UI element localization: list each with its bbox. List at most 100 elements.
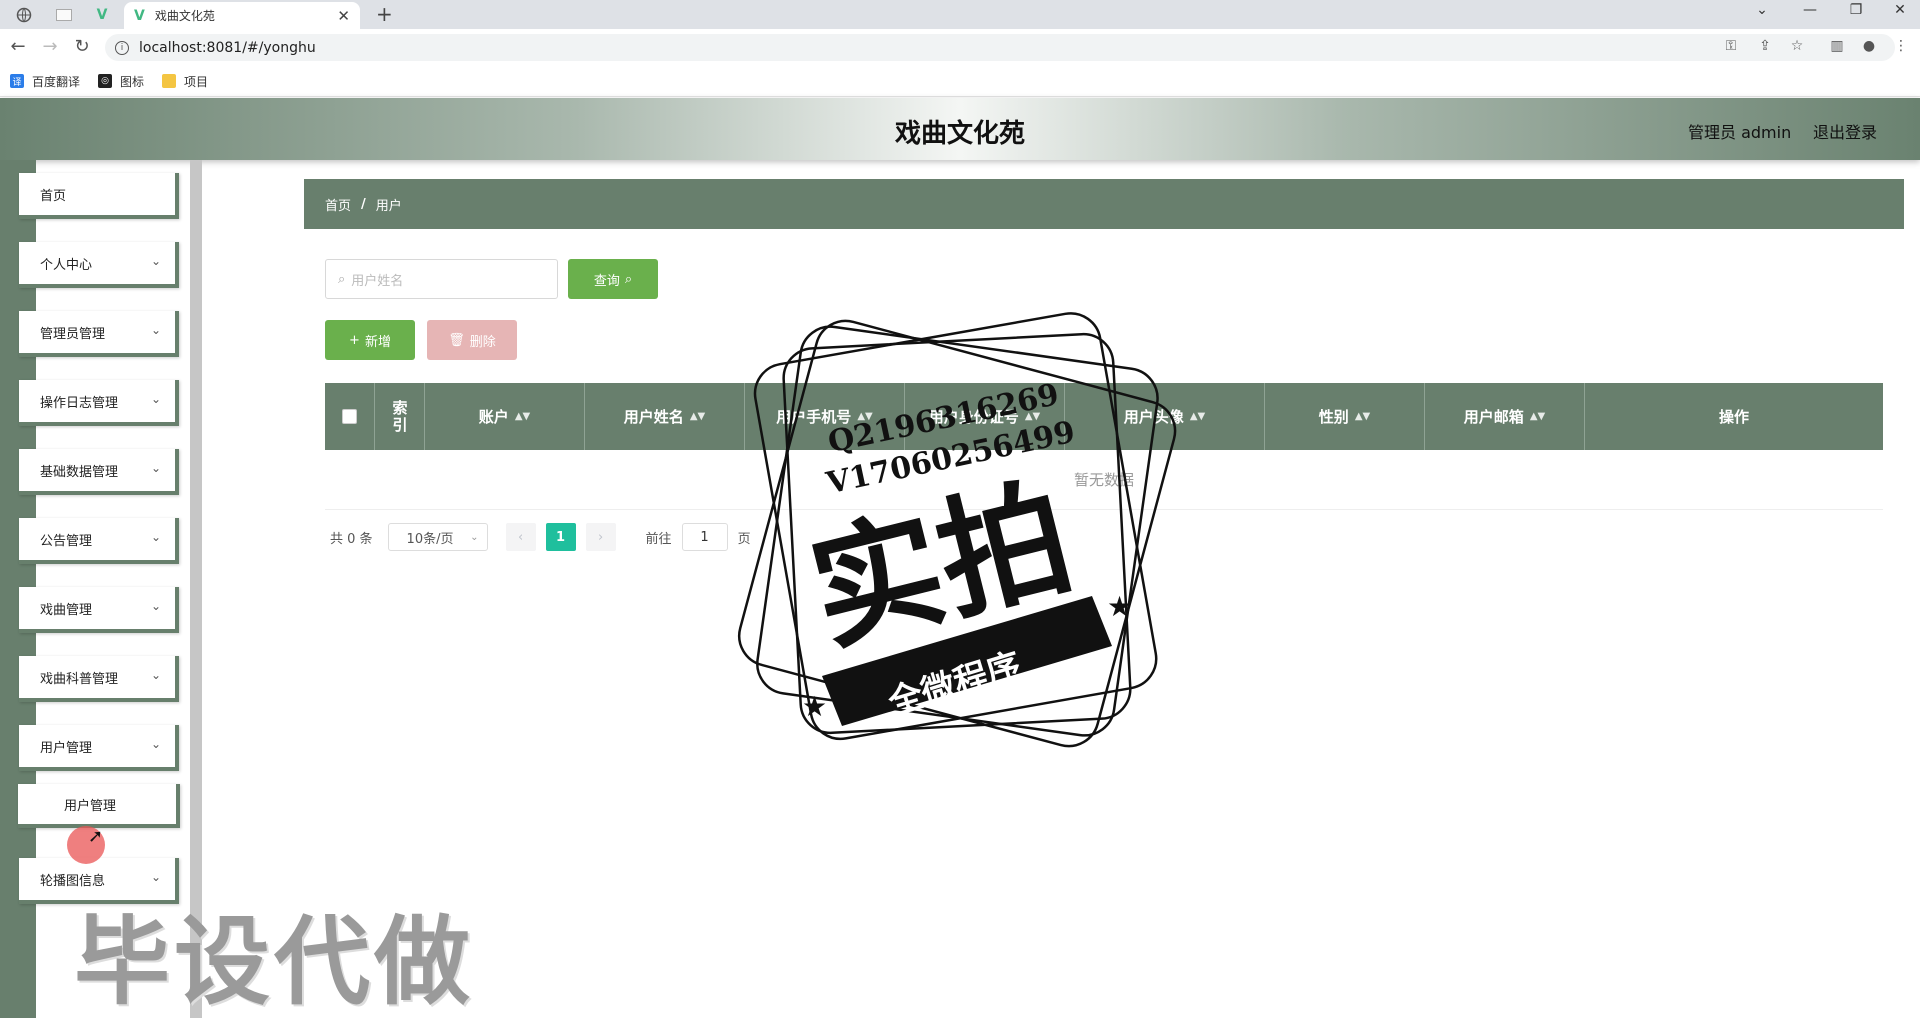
url-text: localhost:8081/#/yonghu (139, 39, 316, 56)
sort-icon[interactable]: ▲▼ (1355, 411, 1370, 422)
sidepanel-icon[interactable]: ▥ (1826, 38, 1848, 54)
sort-icon[interactable]: ▲▼ (690, 411, 705, 422)
column-label: 索引 (390, 399, 409, 434)
menu-icon[interactable]: ⋮ (1890, 38, 1912, 54)
reload-icon[interactable]: ↻ (70, 36, 94, 57)
breadcrumb-home[interactable]: 首页 (325, 195, 351, 214)
sort-icon[interactable]: ▲▼ (1025, 411, 1040, 422)
page-number-active[interactable]: 1 (545, 523, 576, 551)
globe-tab-icon[interactable] (6, 4, 42, 26)
sidebar-item-carousel[interactable]: 轮播图信息 ⌄ (19, 858, 179, 904)
search-input[interactable]: ⌕ 用户姓名 (325, 259, 558, 299)
column-header-user-name[interactable]: 用户姓名 ▲▼ (585, 383, 745, 450)
bookmark-item[interactable]: ◎ 图标 (98, 73, 144, 90)
logout-link[interactable]: 退出登录 (1813, 119, 1877, 143)
prev-page-button[interactable]: ‹ (505, 523, 536, 551)
sidebar-subitem-user-management[interactable]: 用户管理 (18, 784, 180, 828)
bookmark-item[interactable]: 项目 (162, 73, 208, 90)
stamp-watermark: Q2196316269 V17060256499 实拍 全微程序 ★ ★ (737, 312, 1177, 748)
bookmark-label: 百度翻译 (32, 74, 81, 89)
plus-icon: + (349, 332, 360, 348)
sidebar-scrollbar[interactable] (190, 160, 202, 1018)
site-info-icon[interactable]: i (115, 40, 129, 55)
page-size-select[interactable]: 10条/页 ⌄ (387, 523, 488, 551)
vue-tab-icon[interactable]: V (84, 4, 120, 26)
bookmark-item[interactable]: 译 百度翻译 (10, 73, 80, 90)
profile-icon[interactable]: ● (1858, 38, 1880, 54)
sidebar-item-home[interactable]: 首页 (19, 173, 179, 219)
user-role-label: 管理员 admin (1688, 123, 1792, 142)
column-label: 用户身份证号 (928, 408, 1019, 426)
sidebar-item-label: 戏曲科普管理 (40, 671, 119, 687)
pagination-total: 共 0 条 (330, 531, 373, 547)
sidebar-item-label: 个人中心 (40, 257, 93, 273)
column-header-email[interactable]: 用户邮箱 ▲▼ (1425, 383, 1585, 450)
column-header-index: 索引 (375, 383, 425, 450)
key-icon[interactable]: ⚿ (1720, 38, 1742, 54)
sidebar-item-label: 首页 (40, 188, 67, 204)
sidebar-item-operation-log[interactable]: 操作日志管理 ⌄ (19, 380, 179, 426)
stamp-ribbon-text: 全微程序 (883, 645, 1026, 723)
page-suffix: 页 (737, 531, 751, 547)
restore-button[interactable]: ❐ (1836, 2, 1876, 18)
minimize-button[interactable]: — (1790, 2, 1830, 18)
translate-icon: 译 (10, 74, 24, 88)
query-button[interactable]: 查询 ⌕ (568, 259, 658, 299)
add-button[interactable]: + 新增 (325, 320, 415, 360)
column-header-avatar[interactable]: 用户头像 ▲▼ (1065, 383, 1265, 450)
sidebar-item-admin-management[interactable]: 管理员管理 ⌄ (19, 311, 179, 357)
active-tab[interactable]: V 戏曲文化苑 ✕ (124, 2, 360, 29)
close-window-button[interactable]: ✕ (1880, 2, 1920, 18)
blank-tab-icon[interactable] (46, 4, 82, 26)
share-icon[interactable]: ⇪ (1754, 38, 1776, 54)
back-icon[interactable]: ← (6, 36, 30, 57)
sort-icon[interactable]: ▲▼ (857, 411, 872, 422)
address-bar-row: ← → ↻ i localhost:8081/#/yonghu ⚿ ⇪ ☆ ▥ … (0, 29, 1920, 66)
sidebar-item-label: 操作日志管理 (40, 395, 119, 411)
column-header-gender[interactable]: 性别 ▲▼ (1265, 383, 1425, 450)
breadcrumb-separator: / (361, 196, 366, 212)
sidebar-menu: 首页 个人中心 ⌄ 管理员管理 ⌄ 操作日志管理 ⌄ 基础数据管理 ⌄ 公告管理… (14, 160, 184, 1018)
sidebar-item-label: 轮播图信息 (40, 873, 106, 889)
url-field[interactable]: i localhost:8081/#/yonghu (105, 34, 1895, 61)
chevron-down-icon: ⌄ (150, 668, 161, 682)
column-header-account[interactable]: 账户 ▲▼ (425, 383, 585, 450)
delete-button[interactable]: 🗑 删除 (427, 320, 517, 360)
column-header-id-card[interactable]: 用户身份证号 ▲▼ (905, 383, 1065, 450)
column-label: 用户头像 (1123, 408, 1184, 426)
chevron-down-icon: ⌄ (470, 531, 479, 543)
goto-label: 前往 (645, 531, 672, 547)
sidebar-item-basic-data[interactable]: 基础数据管理 ⌄ (19, 449, 179, 495)
column-label: 用户姓名 (623, 408, 684, 426)
column-header-actions: 操作 (1585, 383, 1883, 450)
sort-icon[interactable]: ▲▼ (1190, 411, 1205, 422)
sidebar-item-user-management[interactable]: 用户管理 ⌄ (19, 725, 179, 771)
tab-search-icon[interactable]: ⌄ (1742, 2, 1782, 18)
sidebar-item-label: 戏曲管理 (40, 602, 93, 618)
search-placeholder: 用户姓名 (351, 273, 404, 289)
trash-icon: 🗑 (448, 332, 465, 348)
sidebar-item-label: 管理员管理 (40, 326, 106, 342)
sidebar-item-announcement[interactable]: 公告管理 ⌄ (19, 518, 179, 564)
goto-page-input[interactable]: 1 (681, 523, 728, 551)
select-all-checkbox[interactable] (342, 409, 357, 424)
forward-icon[interactable]: → (38, 36, 62, 57)
table-empty-row: 暂无数据 (325, 450, 1883, 510)
iconfont-icon: ◎ (98, 74, 113, 88)
star-icon[interactable]: ☆ (1786, 38, 1808, 54)
close-tab-icon[interactable]: ✕ (337, 7, 350, 25)
sidebar-item-opera[interactable]: 戏曲管理 ⌄ (19, 587, 179, 633)
folder-icon (162, 74, 177, 88)
mouse-pointer-icon: ➚ (88, 826, 104, 847)
new-tab-button[interactable]: + (376, 2, 393, 26)
page-size-value: 10条/页 (406, 531, 454, 547)
add-button-label: 新增 (364, 334, 391, 350)
sort-icon[interactable]: ▲▼ (515, 411, 530, 422)
next-page-button[interactable]: › (585, 523, 616, 551)
sort-icon[interactable]: ▲▼ (1530, 411, 1545, 422)
column-header-phone[interactable]: 用户手机号 ▲▼ (745, 383, 905, 450)
sidebar-item-personal-center[interactable]: 个人中心 ⌄ (19, 242, 179, 288)
bookmarks-bar: 译 百度翻译 ◎ 图标 项目 (0, 66, 1920, 97)
column-label: 账户 (478, 408, 509, 426)
sidebar-item-opera-science[interactable]: 戏曲科普管理 ⌄ (19, 656, 179, 702)
